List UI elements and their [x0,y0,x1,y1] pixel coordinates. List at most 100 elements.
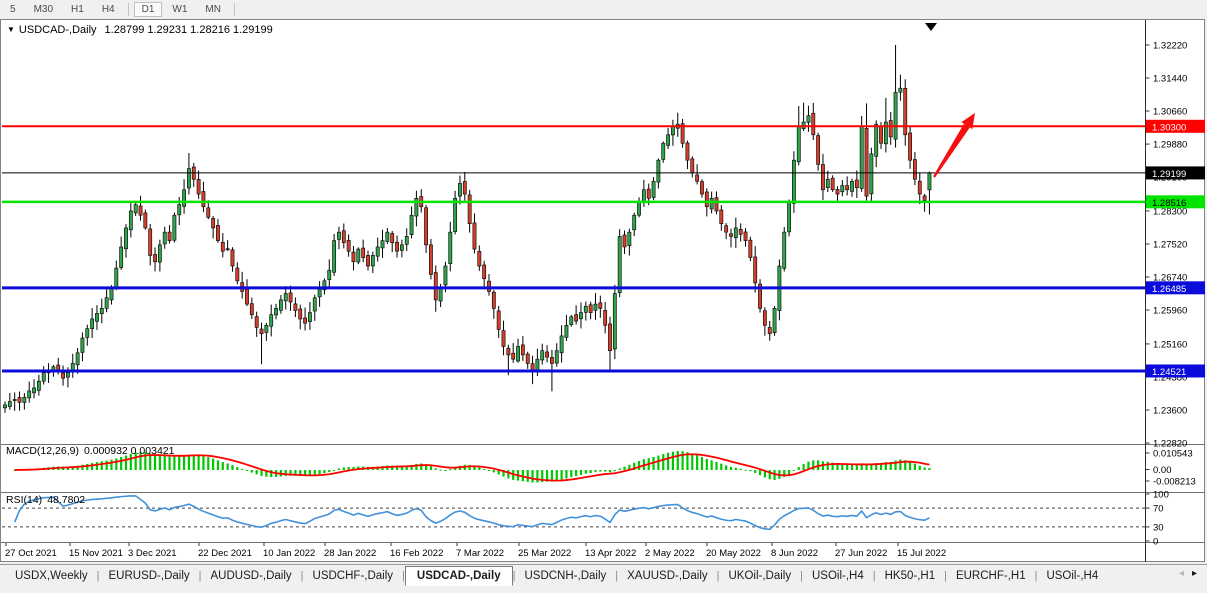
price-tick-label: 1.23600 [1153,405,1187,416]
candle-down [700,182,703,194]
symbol-tab-row: USDX,Weekly|EURUSD-,Daily|AUDUSD-,Daily|… [0,565,1175,586]
macd-histogram-bar [256,470,258,474]
macd-histogram-bar [536,470,538,482]
candle-up [628,232,631,246]
chart-title: ▼USDCAD-,Daily1.28799 1.29231 1.28216 1.… [7,24,273,36]
candle-down [139,206,142,215]
candle-up [158,245,161,262]
macd-histogram-bar [493,470,495,472]
macd-histogram-bar [531,470,533,482]
macd-histogram-bar [101,461,103,470]
timeframe-button-w1[interactable]: W1 [164,2,195,17]
candle-down [754,257,757,283]
timeframe-button-h4[interactable]: H4 [94,2,123,17]
candle-up [308,313,311,322]
tab-usoil-h4[interactable]: USOil-,H4 [1037,567,1107,584]
tab-scroll-right-icon[interactable]: ▸ [1192,568,1197,579]
candle-up [178,205,181,215]
candle-down [696,175,699,181]
macd-histogram-bar [803,464,805,470]
tab-audusd-daily[interactable]: AUDUSD-,Daily [202,567,301,584]
candle-up [792,160,795,203]
candle-down [303,318,306,323]
macd-histogram-bar [846,465,848,470]
candle-down [250,304,253,315]
timeframe-button-m30[interactable]: M30 [26,2,61,17]
macd-histogram-bar [319,470,321,474]
tab-usdchf-daily[interactable]: USDCHF-,Daily [304,567,403,584]
candle-up [787,203,790,232]
date-label: 25 Mar 2022 [518,548,571,559]
candle-down [705,192,708,207]
chevron-down-icon[interactable]: ▼ [7,25,15,34]
macd-histogram-bar [507,470,509,478]
candle-up [652,181,655,197]
candle-down [429,245,432,275]
candle-up [115,268,118,288]
macd-histogram-bar [744,470,746,471]
tab-hk50-h1[interactable]: HK50-,H1 [876,567,945,584]
macd-histogram-bar [120,457,122,470]
macd-histogram-bar [483,469,485,470]
candle-down [463,181,466,194]
candle-up [91,319,94,329]
candle-up [357,249,360,262]
candle-down [216,225,219,240]
macd-histogram-bar [715,462,717,470]
rsi-tick-label: 100 [1153,490,1169,501]
timeframe-button-mn[interactable]: MN [197,2,229,17]
chart-top-marker-icon[interactable] [925,23,937,31]
candle-down [904,88,907,134]
macd-histogram-bar [865,465,867,470]
trend-arrow-annotation[interactable] [933,124,970,178]
candle-up [134,205,137,213]
macd-histogram-bar [594,470,596,472]
macd-histogram-bar [754,470,756,473]
candle-up [449,232,452,263]
tab-usdx-weekly[interactable]: USDX,Weekly [6,567,97,584]
macd-histogram-bar [115,459,117,470]
candle-up [928,173,931,190]
candle-up [797,126,800,162]
candle-up [76,353,79,365]
macd-histogram-bar [759,470,761,475]
timeframe-button-5[interactable]: 5 [2,2,24,17]
candle-up [894,92,897,139]
chart-canvas[interactable]: 1.322201.314401.306601.298801.291001.283… [0,0,1207,593]
current-price-badge-label: 1.29199 [1152,169,1186,180]
candle-down [744,232,747,241]
price-tick-label: 1.25960 [1153,306,1187,317]
macd-histogram-bar [212,459,214,470]
candle-down [526,354,529,363]
macd-histogram-bar [909,462,911,470]
tab-usoil-h4[interactable]: USOil-,H4 [803,567,873,584]
macd-histogram-bar [677,451,679,470]
tab-ukoil-daily[interactable]: UKOil-,Daily [719,567,800,584]
candle-down [589,305,592,313]
macd-histogram-bar [178,456,180,470]
tab-eurchf-h1[interactable]: EURCHF-,H1 [947,567,1035,584]
toolbar-divider [234,3,235,16]
tab-usdcad-daily[interactable]: USDCAD-,Daily [405,566,513,586]
candle-down [686,143,689,160]
macd-indicator-label: MACD(12,26,9)0.000932 0.003421 [6,445,174,457]
timeframe-button-h1[interactable]: H1 [63,2,92,17]
macd-histogram-bar [86,464,88,470]
candle-up [265,325,268,332]
candle-up [284,294,287,301]
price-axis: 1.322201.314401.306601.298801.291001.283… [1146,41,1188,450]
candle-up [3,405,6,408]
macd-histogram-bar [183,456,185,470]
tab-xauusd-daily[interactable]: XAUUSD-,Daily [618,567,717,584]
tab-eurusd-daily[interactable]: EURUSD-,Daily [100,567,199,584]
hline-badge-label: 1.30300 [1152,122,1186,133]
hline-badge-label: 1.28516 [1152,198,1186,209]
tab-scroll-left-icon[interactable]: ◂ [1179,568,1184,579]
candle-up [8,402,11,407]
candle-down [729,234,732,237]
macd-tick-label: 0.010543 [1153,449,1193,460]
timeframe-button-d1[interactable]: D1 [134,2,163,17]
tab-usdcnh-daily[interactable]: USDCNH-,Daily [515,567,615,584]
candle-up [584,306,587,312]
candle-up [642,190,645,201]
